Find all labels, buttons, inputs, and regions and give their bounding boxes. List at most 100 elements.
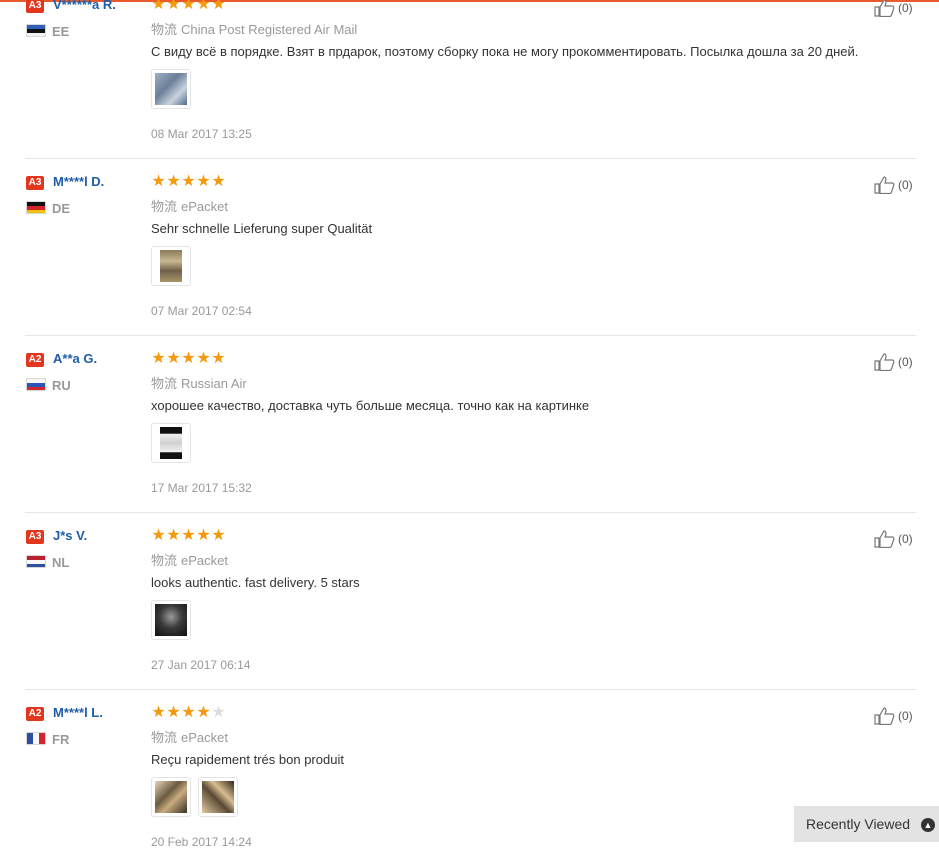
thumbs-up-icon <box>874 0 895 17</box>
star-icon: ★ <box>196 0 211 13</box>
review-date: 08 Mar 2017 13:25 <box>151 127 252 141</box>
star-icon: ★ <box>181 0 196 13</box>
star-empty-icon: ★ <box>211 704 226 721</box>
star-icon: ★ <box>151 173 166 190</box>
rating-stars: ★ ★ ★ ★ ★ <box>151 174 226 190</box>
shipping-method: 物流 ePacket <box>151 196 228 215</box>
helpful-button[interactable]: (0) <box>874 0 913 17</box>
review-item: A2 M****l L. FR ★ ★ ★ ★ ★ 物流 ePacket Reçu rap… <box>0 690 916 849</box>
helpful-button[interactable]: (0) <box>874 353 913 371</box>
country-code: DE <box>52 201 71 216</box>
country-code: EE <box>52 24 70 39</box>
shipping-value: Russian Air <box>181 376 247 391</box>
star-icon: ★ <box>166 173 181 190</box>
helpful-button[interactable]: (0) <box>874 176 913 194</box>
star-icon: ★ <box>181 173 196 190</box>
shipping-label: 物流 <box>151 553 178 568</box>
review-photo[interactable] <box>151 777 191 817</box>
star-icon: ★ <box>196 704 211 721</box>
thumbs-up-icon <box>874 176 895 194</box>
reviewer-name[interactable]: A**a G. <box>53 351 97 366</box>
shipping-label: 物流 <box>151 730 178 745</box>
review-date: 07 Mar 2017 02:54 <box>151 304 252 318</box>
shipping-label: 物流 <box>151 22 178 37</box>
review-photo[interactable] <box>151 246 191 286</box>
reviewer-name[interactable]: M****l D. <box>53 174 104 189</box>
shipping-value: ePacket <box>181 730 228 745</box>
review-date: 20 Feb 2017 14:24 <box>151 835 252 849</box>
chevron-up-icon: ▲ <box>921 818 935 832</box>
review-photo[interactable] <box>151 600 191 640</box>
star-icon: ★ <box>181 350 196 367</box>
star-icon: ★ <box>166 0 181 13</box>
helpful-button[interactable]: (0) <box>874 530 913 548</box>
shipping-method: 物流 ePacket <box>151 727 228 746</box>
star-icon: ★ <box>211 350 226 367</box>
flag-nl-icon <box>26 555 46 568</box>
star-icon: ★ <box>151 704 166 721</box>
star-icon: ★ <box>196 350 211 367</box>
thumbs-up-icon <box>874 530 895 548</box>
reviewer-name[interactable]: M****l L. <box>53 705 103 720</box>
review-text: хорошее качество, доставка чуть больше м… <box>151 398 590 413</box>
star-icon: ★ <box>166 704 181 721</box>
star-icon: ★ <box>181 527 196 544</box>
country-code: RU <box>52 378 71 393</box>
shipping-label: 物流 <box>151 199 178 214</box>
recently-viewed-label: Recently Viewed <box>806 816 911 832</box>
buyer-level-badge: A3 <box>26 0 44 13</box>
review-text: Sehr schnelle Lieferung super Qualität <box>151 221 373 236</box>
star-icon: ★ <box>151 527 166 544</box>
shipping-method: 物流 ePacket <box>151 550 228 569</box>
rating-stars: ★ ★ ★ ★ ★ <box>151 0 226 13</box>
review-photo[interactable] <box>198 777 238 817</box>
buyer-level-badge: A2 <box>26 707 44 721</box>
helpful-count: (0) <box>898 1 913 15</box>
helpful-count: (0) <box>898 709 913 723</box>
review-text: looks authentic. fast delivery. 5 stars <box>151 575 360 590</box>
star-icon: ★ <box>166 527 181 544</box>
star-icon: ★ <box>181 704 196 721</box>
thumbs-up-icon <box>874 353 895 371</box>
review-item: A3 J*s V. NL ★ ★ ★ ★ ★ 物流 ePacket looks authe… <box>0 513 916 690</box>
star-icon: ★ <box>196 173 211 190</box>
recently-viewed-button[interactable]: Recently Viewed ▲ <box>794 806 939 842</box>
shipping-value: ePacket <box>181 553 228 568</box>
country-code: NL <box>52 555 70 570</box>
star-icon: ★ <box>211 173 226 190</box>
rating-stars: ★ ★ ★ ★ ★ <box>151 351 226 367</box>
buyer-level-badge: A3 <box>26 176 44 190</box>
review-item: A2 A**a G. RU ★ ★ ★ ★ ★ 物流 Russian Air хороше… <box>0 336 916 513</box>
star-icon: ★ <box>166 350 181 367</box>
review-text: Reçu rapidement trés bon produit <box>151 752 344 767</box>
star-icon: ★ <box>151 0 166 13</box>
buyer-level-badge: A3 <box>26 530 44 544</box>
review-photo[interactable] <box>151 423 191 463</box>
reviewer-name[interactable]: J*s V. <box>53 528 87 543</box>
review-item: A3 V******a R. EE ★ ★ ★ ★ ★ 物流 China Post Reg… <box>0 0 916 159</box>
shipping-value: ePacket <box>181 199 228 214</box>
thumbs-up-icon <box>874 707 895 725</box>
flag-ee-icon <box>26 24 46 37</box>
rating-stars: ★ ★ ★ ★ ★ <box>151 705 226 721</box>
review-date: 27 Jan 2017 06:14 <box>151 658 251 672</box>
review-date: 17 Mar 2017 15:32 <box>151 481 252 495</box>
flag-fr-icon <box>26 732 46 745</box>
helpful-count: (0) <box>898 178 913 192</box>
reviewer-name[interactable]: V******a R. <box>53 0 116 12</box>
buyer-level-badge: A2 <box>26 353 44 367</box>
star-icon: ★ <box>196 527 211 544</box>
country-code: FR <box>52 732 70 747</box>
helpful-count: (0) <box>898 355 913 369</box>
review-item: A3 M****l D. DE ★ ★ ★ ★ ★ 物流 ePacket Sehr sch… <box>0 159 916 336</box>
helpful-button[interactable]: (0) <box>874 707 913 725</box>
review-text: С виду всё в порядке. Взят в прдарок, по… <box>151 44 859 59</box>
shipping-value: China Post Registered Air Mail <box>181 22 358 37</box>
shipping-method: 物流 Russian Air <box>151 373 247 392</box>
shipping-method: 物流 China Post Registered Air Mail <box>151 19 357 38</box>
review-photo[interactable] <box>151 69 191 109</box>
flag-ru-icon <box>26 378 46 391</box>
helpful-count: (0) <box>898 532 913 546</box>
rating-stars: ★ ★ ★ ★ ★ <box>151 528 226 544</box>
star-icon: ★ <box>211 0 226 13</box>
